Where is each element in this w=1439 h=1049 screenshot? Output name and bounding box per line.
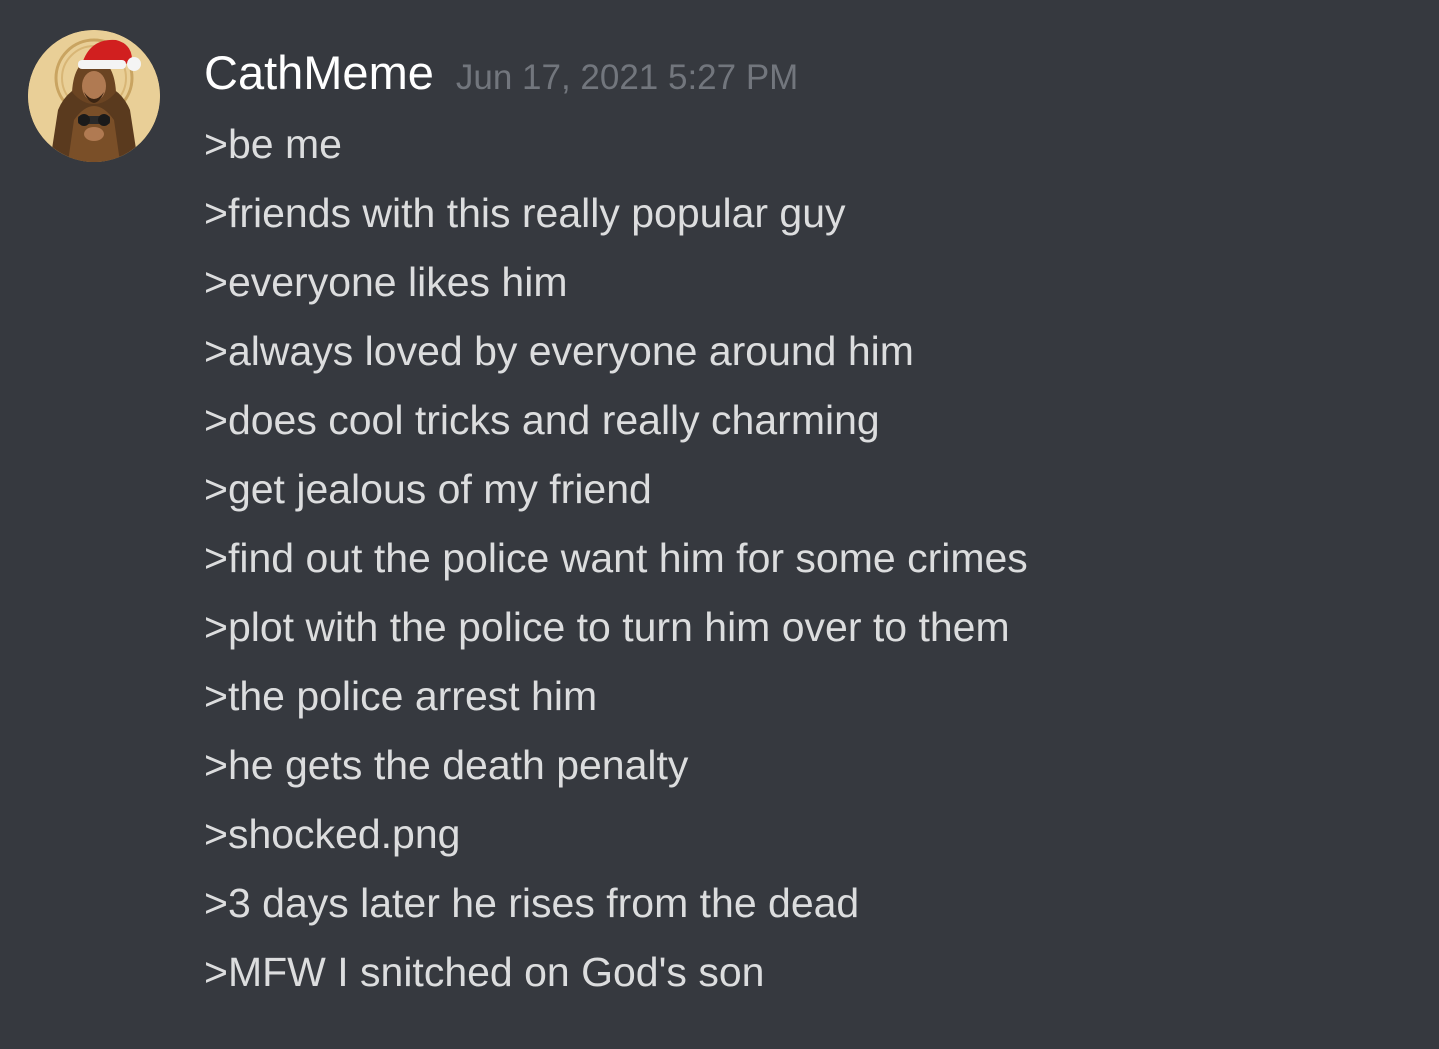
message-line: >always loved by everyone around him [204, 328, 914, 374]
message-line: >plot with the police to turn him over t… [204, 604, 1010, 650]
message-content: >be me >friends with this really popular… [204, 110, 1028, 1007]
timestamp[interactable]: Jun 17, 2021 5:27 PM [456, 45, 798, 111]
message-line: >he gets the death penalty [204, 742, 689, 788]
message-line: >MFW I snitched on God's son [204, 949, 765, 995]
message-line: >3 days later he rises from the dead [204, 880, 860, 926]
message-header: CathMeme Jun 17, 2021 5:27 PM [204, 40, 798, 106]
chat-message: CathMeme Jun 17, 2021 5:27 PM >be me >fr… [0, 0, 1439, 1049]
message-line: >get jealous of my friend [204, 466, 652, 512]
message-line: >find out the police want him for some c… [204, 535, 1028, 581]
message-line: >friends with this really popular guy [204, 190, 846, 236]
username[interactable]: CathMeme [204, 40, 434, 106]
message-line: >the police arrest him [204, 673, 598, 719]
message-line: >be me [204, 121, 342, 167]
message-line: >everyone likes him [204, 259, 568, 305]
avatar[interactable] [28, 30, 160, 162]
message-line: >does cool tricks and really charming [204, 397, 880, 443]
user-avatar-icon [28, 30, 160, 162]
message-line: >shocked.png [204, 811, 461, 857]
